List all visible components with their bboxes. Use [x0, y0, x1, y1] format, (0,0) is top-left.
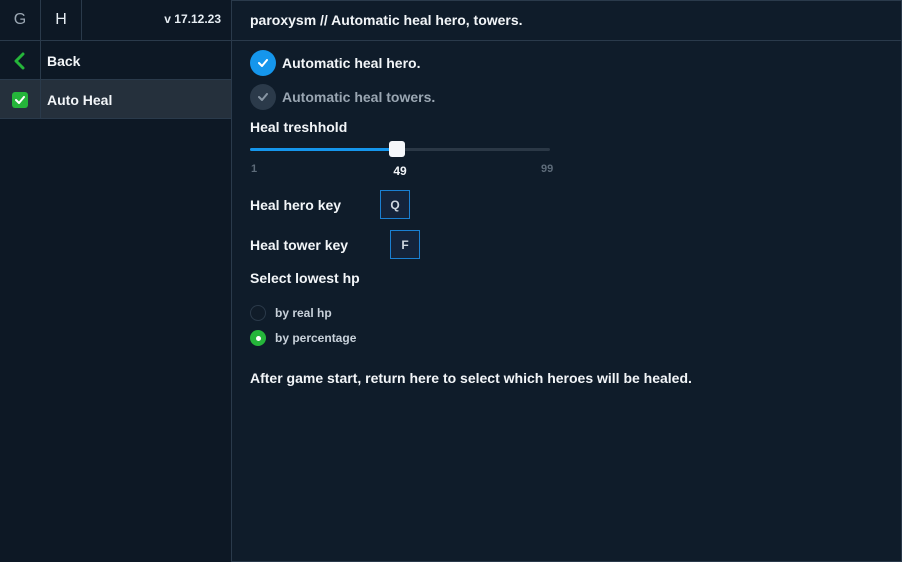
heal-threshold-slider[interactable]	[250, 141, 550, 157]
slider-max-label: 99	[541, 163, 554, 175]
slider-fill	[250, 148, 397, 151]
slider-min-label: 1	[251, 163, 258, 175]
page-header: paroxysm // Automatic heal hero, towers.	[232, 0, 902, 41]
radio-by-percentage[interactable]: by percentage	[250, 330, 356, 346]
chevron-left-icon	[0, 41, 41, 80]
heal-tower-key-label: Heal tower key	[250, 237, 349, 253]
heal-hero-key-button[interactable]: Q	[380, 190, 410, 219]
back-button[interactable]: Back	[0, 41, 231, 80]
radio-unselected-icon	[250, 305, 266, 321]
heal-hero-key-label: Heal hero key	[250, 197, 342, 213]
radio-by-percentage-label: by percentage	[275, 331, 357, 345]
checkbox-checked-icon	[0, 80, 41, 119]
radio-selected-icon	[250, 330, 266, 346]
sidebar: G H v 17.12.23 Back Auto Heal	[0, 0, 232, 562]
tab-g[interactable]: G	[0, 0, 41, 40]
sidebar-item-auto-heal[interactable]: Auto Heal	[0, 80, 231, 119]
radio-by-real-hp-label: by real hp	[275, 306, 332, 320]
info-note: After game start, return here to select …	[250, 370, 692, 386]
toggle-heal-towers-label: Automatic heal towers.	[282, 89, 436, 105]
version-label: v 17.12.23	[164, 12, 221, 26]
page-title: paroxysm // Automatic heal hero, towers.	[250, 12, 523, 28]
select-lowest-hp-label: Select lowest hp	[250, 270, 360, 286]
toggle-heal-hero-label: Automatic heal hero.	[282, 55, 421, 71]
toggle-heal-hero[interactable]: Automatic heal hero.	[250, 50, 420, 76]
check-icon	[250, 50, 276, 76]
sidebar-topbar: G H v 17.12.23	[0, 0, 232, 41]
back-label: Back	[47, 53, 81, 69]
toggle-heal-towers[interactable]: Automatic heal towers.	[250, 84, 435, 110]
slider-thumb[interactable]	[389, 141, 405, 157]
check-icon	[250, 84, 276, 110]
heal-threshold-label: Heal treshhold	[250, 119, 348, 135]
tab-h[interactable]: H	[41, 0, 82, 40]
sidebar-item-label: Auto Heal	[47, 92, 113, 108]
heal-tower-key-button[interactable]: F	[390, 230, 420, 259]
radio-by-real-hp[interactable]: by real hp	[250, 305, 332, 321]
slider-value-label: 49	[393, 164, 407, 178]
